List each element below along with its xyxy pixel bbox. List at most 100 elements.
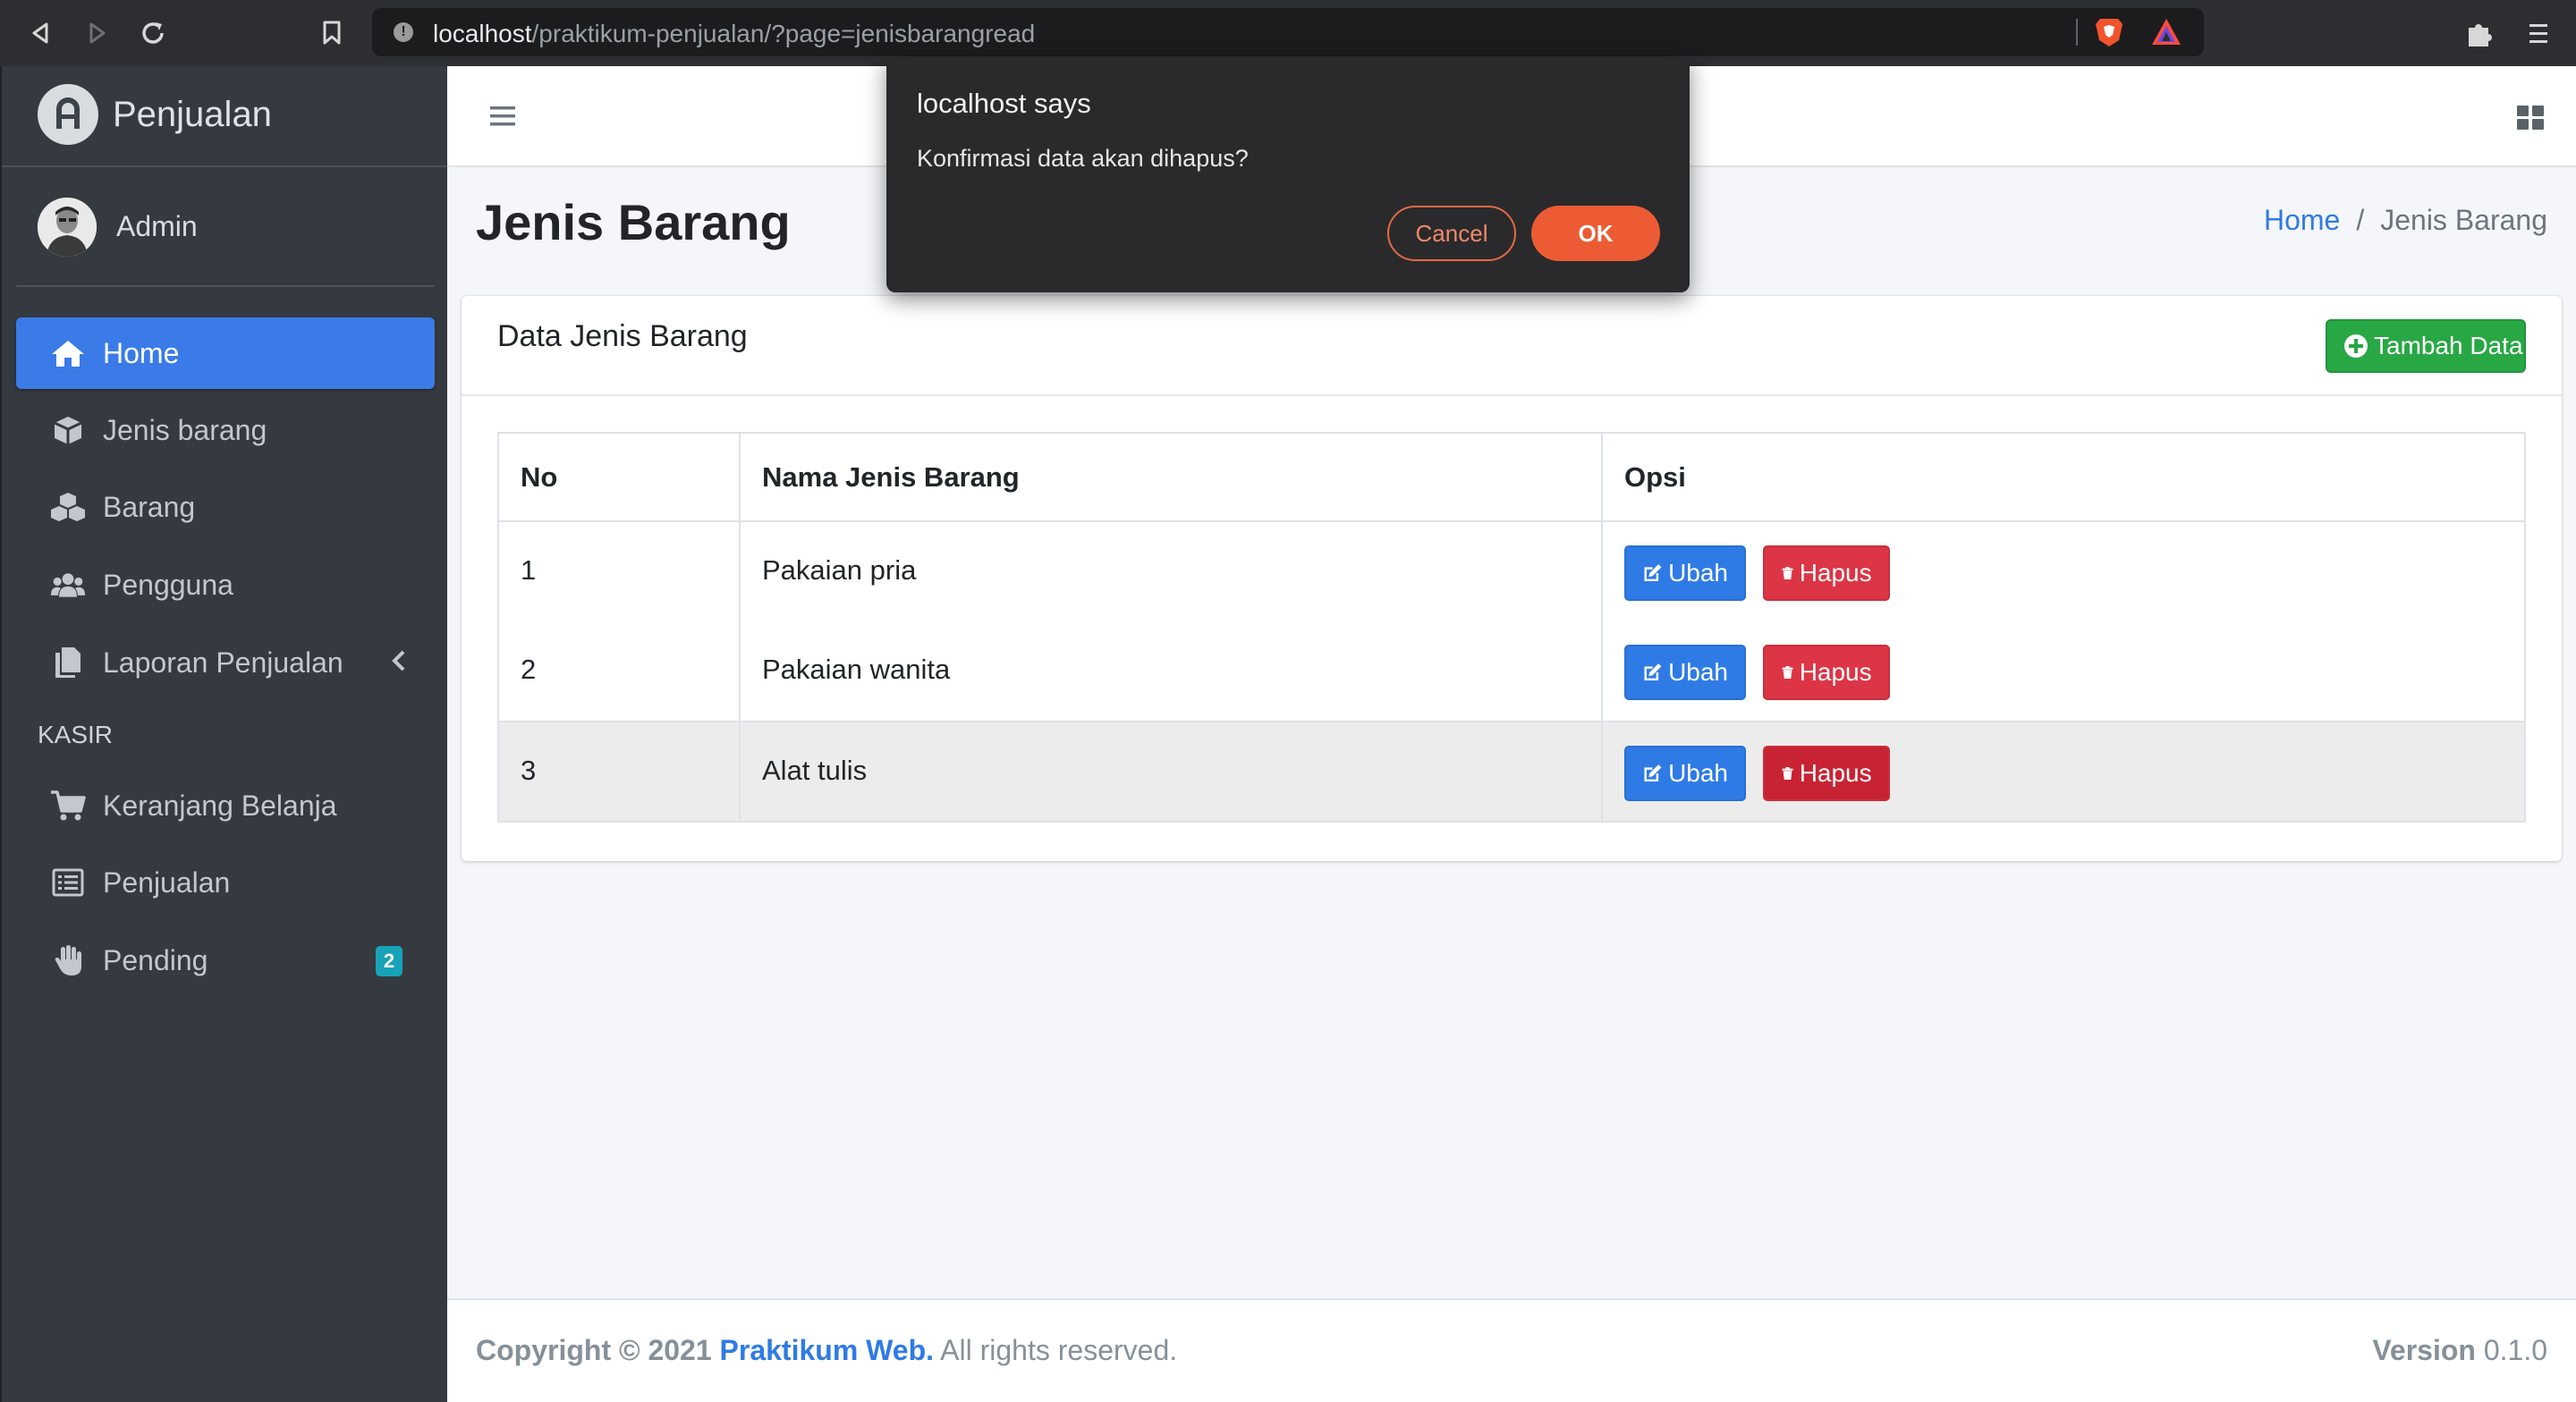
hand-icon (50, 944, 86, 976)
sidebar-item-keranjang-belanja[interactable]: Keranjang Belanja (16, 770, 435, 841)
card-title: Data Jenis Barang (497, 319, 748, 353)
edit-button[interactable]: Ubah (1624, 645, 1746, 700)
pending-count-badge: 2 (376, 946, 402, 976)
sidebar-item-pending[interactable]: Pending 2 (16, 925, 435, 996)
cell-name: Alat tulis (739, 721, 1603, 823)
trash-icon (1782, 567, 1793, 579)
url-text: localhost/praktikum-penjualan/?page=jeni… (433, 20, 1036, 47)
dialog-title: localhost says (917, 88, 1091, 119)
browser-menu-icon[interactable] (2521, 15, 2556, 51)
avatar (38, 198, 97, 257)
list-icon (50, 866, 86, 899)
user-name: Admin (116, 210, 198, 242)
card-header: Data Jenis Barang Tambah Data (462, 296, 2562, 396)
trash-icon (1782, 666, 1793, 679)
delete-button[interactable]: Hapus (1762, 645, 1890, 700)
sidebar-item-label: Pending (103, 944, 208, 976)
cancel-button[interactable]: Cancel (1387, 206, 1516, 261)
brave-shield-icon[interactable] (2093, 15, 2125, 49)
breadcrumb-separator: / (2356, 204, 2365, 236)
table-row: 2 Pakaian wanita Ubah Hapus (497, 621, 2526, 722)
edit-icon (1644, 663, 1662, 681)
sidebar-item-home[interactable]: Home (16, 317, 435, 389)
cell-no: 3 (497, 721, 741, 823)
browser-toolbar: ! localhost/praktikum-penjualan/?page=je… (0, 0, 2576, 66)
plus-circle-icon (2344, 334, 2368, 358)
cell-name: Pakaian wanita (739, 621, 1603, 722)
address-divider (2076, 19, 2078, 46)
copyright: Copyright © 2021 Praktikum Web. All righ… (476, 1334, 1177, 1367)
extensions-icon[interactable] (2462, 15, 2497, 51)
footer: Copyright © 2021 Praktikum Web. All righ… (447, 1298, 2576, 1402)
sidebar-item-label: Pengguna (103, 569, 233, 601)
add-data-label: Tambah Data (2374, 332, 2523, 359)
sidebar-item-label: Keranjang Belanja (103, 790, 337, 822)
delete-button[interactable]: Hapus (1762, 545, 1890, 601)
edit-icon (1644, 564, 1662, 582)
delete-button[interactable]: Hapus (1762, 746, 1890, 801)
edit-label: Ubah (1668, 658, 1728, 686)
breadcrumb-home-link[interactable]: Home (2264, 204, 2340, 236)
page-title: Jenis Barang (476, 194, 791, 250)
bookmark-icon[interactable] (315, 16, 349, 50)
copyright-prefix: Copyright © 2021 (476, 1334, 712, 1366)
confirm-dialog: localhost says Konfirmasi data akan diha… (886, 57, 1690, 292)
sidebar-item-penjualan[interactable]: Penjualan (16, 847, 435, 918)
sidebar-item-barang[interactable]: Barang (16, 471, 435, 543)
edit-label: Ubah (1668, 759, 1728, 787)
sidebar-item-label: Barang (103, 491, 196, 523)
chevron-left-icon[interactable] (390, 646, 408, 675)
edit-button[interactable]: Ubah (1624, 545, 1746, 601)
ok-button[interactable]: OK (1531, 206, 1660, 261)
cell-actions: Ubah Hapus (1601, 621, 2526, 722)
breadcrumb-current: Jenis Barang (2380, 204, 2547, 236)
add-data-button[interactable]: Tambah Data (2326, 319, 2526, 373)
hamburger-menu-icon[interactable] (487, 102, 519, 131)
back-icon[interactable] (23, 16, 57, 50)
version: Version 0.1.0 (2372, 1334, 2547, 1367)
sidebar-item-label: Jenis barang (103, 414, 267, 446)
copyright-suffix: All rights reserved. (940, 1334, 1178, 1366)
box-icon (50, 414, 86, 446)
cart-icon (50, 790, 86, 822)
cell-no: 1 (497, 521, 741, 621)
table-row: 1 Pakaian pria Ubah Hapus (497, 521, 2526, 621)
brand-text: Penjualan (113, 95, 272, 134)
reload-icon[interactable] (136, 16, 170, 50)
jenis-barang-table: No Nama Jenis Barang Opsi 1 Pakaian pria… (497, 432, 2526, 823)
address-bar[interactable]: ! localhost/praktikum-penjualan/?page=je… (372, 8, 2204, 56)
breadcrumb: Home / Jenis Barang (2264, 204, 2547, 237)
sidebar-item-label: Home (103, 337, 180, 369)
brand[interactable]: Penjualan (2, 66, 449, 167)
grid-icon[interactable] (2515, 102, 2546, 132)
cell-actions: Ubah Hapus (1601, 721, 2526, 823)
delete-label: Hapus (1799, 559, 1872, 587)
sidebar-item-pengguna[interactable]: Pengguna (16, 549, 435, 621)
version-number: 0.1.0 (2483, 1334, 2547, 1366)
column-header-nama: Nama Jenis Barang (739, 432, 1603, 522)
delete-label: Hapus (1799, 759, 1872, 787)
brave-rewards-icon[interactable] (2150, 17, 2182, 47)
footer-link[interactable]: Praktikum Web. (720, 1334, 934, 1366)
table-row: 3 Alat tulis Ubah Hapus (497, 721, 2526, 823)
delete-label: Hapus (1799, 658, 1872, 686)
table-header-row: No Nama Jenis Barang Opsi (497, 432, 2526, 522)
user-panel[interactable]: Admin (16, 167, 435, 287)
column-header-no: No (497, 432, 741, 522)
sidebar-item-label: Laporan Penjualan (103, 646, 343, 679)
copy-icon (50, 646, 86, 679)
sidebar-item-label: Penjualan (103, 866, 231, 899)
users-icon (50, 569, 86, 601)
brand-logo-icon (38, 84, 98, 145)
forward-icon[interactable] (80, 16, 114, 50)
column-header-opsi: Opsi (1601, 432, 2526, 522)
trash-icon (1782, 767, 1793, 780)
version-label: Version (2372, 1334, 2476, 1366)
sidebar-item-jenis-barang[interactable]: Jenis barang (16, 394, 435, 466)
section-header-kasir: KASIR (38, 721, 114, 748)
edit-button[interactable]: Ubah (1624, 746, 1746, 801)
data-card: Data Jenis Barang Tambah Data No Nama Je… (462, 296, 2562, 861)
info-icon[interactable]: ! (394, 22, 413, 42)
sidebar-item-laporan-penjualan[interactable]: Laporan Penjualan (16, 627, 435, 698)
edit-icon (1644, 764, 1662, 782)
